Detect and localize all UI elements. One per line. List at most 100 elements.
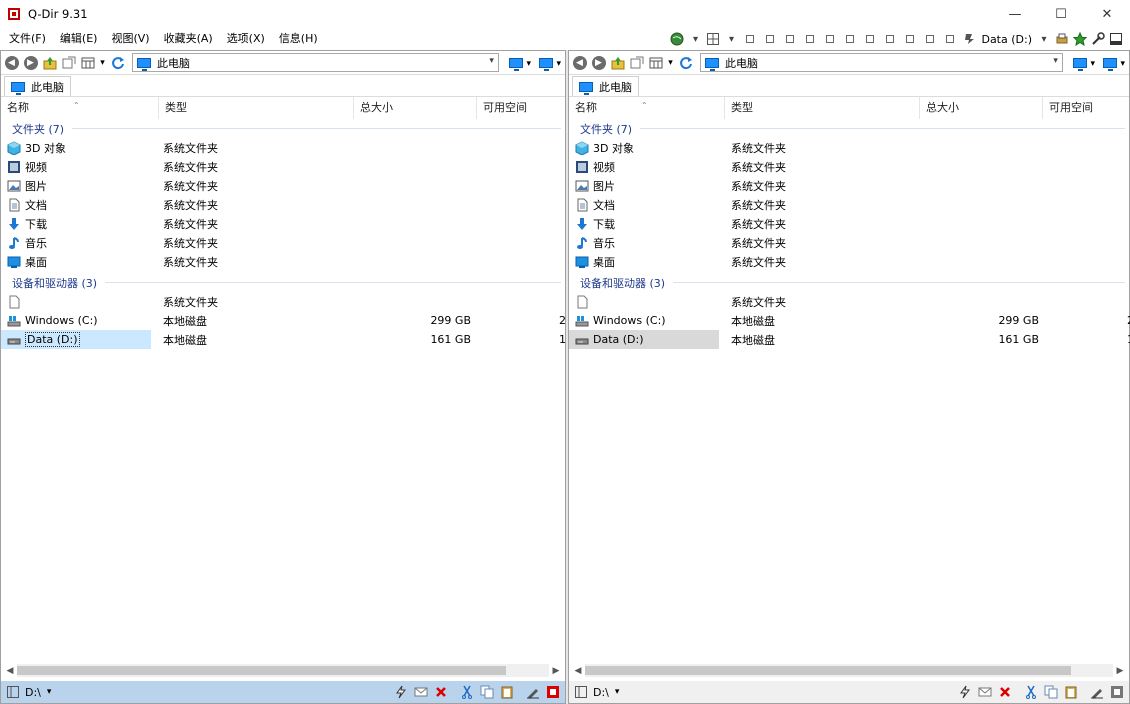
- layout-11-icon[interactable]: [946, 35, 955, 43]
- preview-button[interactable]: [60, 54, 77, 71]
- lightning-icon[interactable]: [393, 684, 409, 700]
- refresh-button[interactable]: [109, 54, 126, 71]
- back-button[interactable]: ◀: [571, 54, 588, 71]
- list-item[interactable]: 下载 系统文件夹: [1, 214, 565, 233]
- refresh-button[interactable]: [677, 54, 694, 71]
- rename-icon[interactable]: [525, 684, 541, 700]
- email-icon[interactable]: [413, 684, 429, 700]
- monitor-view-button[interactable]: ▾: [508, 56, 531, 71]
- menu-options[interactable]: 选项(X): [220, 29, 272, 49]
- layout-4-icon[interactable]: [806, 35, 815, 43]
- scroll-left-icon[interactable]: ◀: [571, 666, 585, 676]
- list-item[interactable]: 音乐 系统文件夹: [569, 233, 1129, 252]
- list-item-selected[interactable]: Data (D:)本地磁盘161 GB1: [1, 330, 566, 349]
- status-path[interactable]: D:\: [25, 686, 41, 699]
- column-type[interactable]: 类型: [159, 97, 354, 119]
- status-path[interactable]: D:\: [593, 686, 609, 699]
- lightning-icon[interactable]: [957, 684, 973, 700]
- column-name[interactable]: 名称 ⌃: [1, 97, 159, 119]
- menu-info[interactable]: 信息(H): [272, 29, 325, 49]
- column-free-space[interactable]: 可用空间: [1043, 97, 1129, 119]
- chevron-down-icon[interactable]: ▾: [687, 31, 703, 47]
- monitor-view-button-2[interactable]: ▾: [1102, 56, 1125, 71]
- forward-button[interactable]: ▶: [590, 54, 607, 71]
- group-header-folders[interactable]: 文件夹 (7): [569, 119, 1129, 138]
- minimize-button[interactable]: —: [992, 0, 1038, 28]
- list-item[interactable]: 下载 系统文件夹: [569, 214, 1129, 233]
- list-item-selected[interactable]: Data (D:)本地磁盘161 GB1: [569, 330, 1130, 349]
- maximize-button[interactable]: ☐: [1038, 0, 1084, 28]
- window-icon[interactable]: [1108, 31, 1124, 47]
- list-item[interactable]: 桌面 系统文件夹: [1, 252, 565, 271]
- layout-1-icon[interactable]: [746, 35, 755, 43]
- paste-icon[interactable]: [1063, 684, 1079, 700]
- cut-icon[interactable]: [459, 684, 475, 700]
- list-item[interactable]: 图片 系统文件夹: [569, 176, 1129, 195]
- view-mode-button[interactable]: [79, 54, 96, 71]
- column-free-space[interactable]: 可用空间: [477, 97, 563, 119]
- delete-icon[interactable]: [433, 684, 449, 700]
- back-button[interactable]: ◀: [3, 54, 20, 71]
- list-item[interactable]: 系统文件夹: [569, 292, 1129, 311]
- up-folder-button[interactable]: [41, 54, 58, 71]
- tab-this-pc[interactable]: 此电脑: [572, 76, 639, 96]
- tab-this-pc[interactable]: 此电脑: [4, 76, 71, 96]
- column-total-size[interactable]: 总大小: [354, 97, 477, 119]
- scroll-right-icon[interactable]: ▶: [1113, 666, 1127, 676]
- close-pane-icon[interactable]: [545, 684, 561, 700]
- group-header-folders[interactable]: 文件夹 (7): [1, 119, 565, 138]
- address-bar[interactable]: 此电脑 ▾: [700, 53, 1063, 72]
- chevron-down-icon[interactable]: ▾: [1036, 31, 1052, 47]
- list-item[interactable]: Windows (C:)本地磁盘299 GB2: [1, 311, 566, 330]
- cut-icon[interactable]: [1023, 684, 1039, 700]
- layout-2-icon[interactable]: [766, 35, 775, 43]
- menu-favorites[interactable]: 收藏夹(A): [157, 29, 220, 49]
- list-item[interactable]: 系统文件夹: [1, 292, 565, 311]
- delete-icon[interactable]: [997, 684, 1013, 700]
- copy-icon[interactable]: [479, 684, 495, 700]
- close-button[interactable]: ✕: [1084, 0, 1130, 28]
- globe-icon[interactable]: [669, 31, 685, 47]
- menu-view[interactable]: 视图(V): [104, 29, 156, 49]
- chevron-down-icon[interactable]: ▾: [489, 56, 494, 66]
- panel-toggle-icon[interactable]: [5, 684, 21, 700]
- drive-selector[interactable]: Data (D:): [981, 33, 1032, 46]
- chevron-down-icon[interactable]: ▾: [666, 54, 675, 71]
- list-item[interactable]: 3D 对象 系统文件夹: [1, 138, 565, 157]
- tools-icon[interactable]: [1090, 31, 1106, 47]
- list-item[interactable]: 文档 系统文件夹: [569, 195, 1129, 214]
- column-name[interactable]: 名称 ⌃: [569, 97, 725, 119]
- chevron-down-icon[interactable]: ▾: [723, 31, 739, 47]
- panel-toggle-icon[interactable]: [573, 684, 589, 700]
- layout-6-icon[interactable]: [846, 35, 855, 43]
- column-total-size[interactable]: 总大小: [920, 97, 1043, 119]
- paste-icon[interactable]: [499, 684, 515, 700]
- column-type[interactable]: 类型: [725, 97, 920, 119]
- horizontal-scrollbar[interactable]: ◀ ▶: [571, 662, 1127, 679]
- chevron-down-icon[interactable]: ▾: [615, 687, 620, 697]
- up-folder-button[interactable]: [609, 54, 626, 71]
- list-item[interactable]: Windows (C:)本地磁盘299 GB2: [569, 311, 1130, 330]
- layout-3-icon[interactable]: [786, 35, 795, 43]
- layout-10-icon[interactable]: [926, 35, 935, 43]
- scroll-left-icon[interactable]: ◀: [3, 666, 17, 676]
- menu-edit[interactable]: 编辑(E): [53, 29, 105, 49]
- list-item[interactable]: 桌面 系统文件夹: [569, 252, 1129, 271]
- group-header-drives[interactable]: 设备和驱动器 (3): [1, 273, 565, 292]
- copy-icon[interactable]: [1043, 684, 1059, 700]
- scroll-thumb[interactable]: [17, 666, 507, 675]
- list-item[interactable]: 文档 系统文件夹: [1, 195, 565, 214]
- chevron-down-icon[interactable]: ▾: [98, 54, 107, 71]
- menu-file[interactable]: 文件(F): [0, 29, 53, 49]
- address-bar[interactable]: 此电脑 ▾: [132, 53, 499, 72]
- layout-7-icon[interactable]: [866, 35, 875, 43]
- preview-button[interactable]: [628, 54, 645, 71]
- view-mode-button[interactable]: [647, 54, 664, 71]
- layout-8-icon[interactable]: [886, 35, 895, 43]
- horizontal-scrollbar[interactable]: ◀ ▶: [3, 662, 563, 679]
- layout-grid-icon[interactable]: [705, 31, 721, 47]
- chevron-down-icon[interactable]: ▾: [47, 687, 52, 697]
- close-pane-icon[interactable]: [1109, 684, 1125, 700]
- drive-icon[interactable]: [961, 31, 977, 47]
- email-icon[interactable]: [977, 684, 993, 700]
